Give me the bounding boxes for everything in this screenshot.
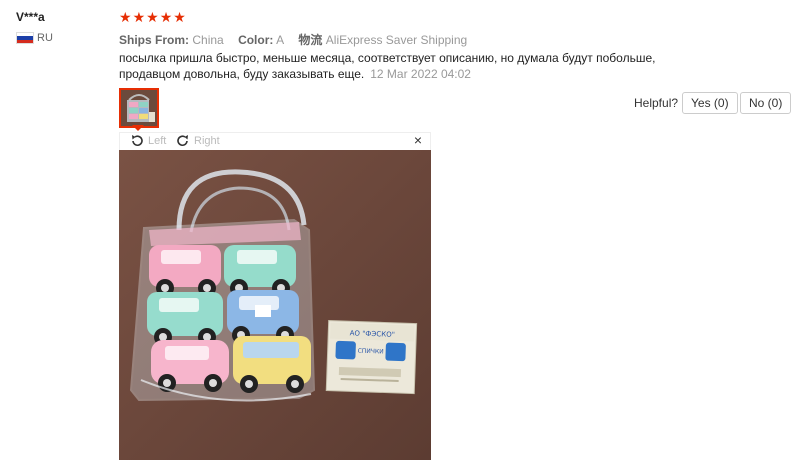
rotate-right-label: Right	[194, 135, 220, 147]
review-photo-thumbnail[interactable]	[119, 88, 159, 128]
star-icon: ★	[173, 9, 186, 25]
ships-from-value: China	[192, 33, 224, 47]
rotate-left-button[interactable]: Left	[130, 134, 166, 148]
rotate-right-button[interactable]: Right	[176, 134, 220, 148]
color-label: Color:	[238, 33, 274, 47]
star-icon: ★	[119, 9, 132, 25]
ships-from-label: Ships From:	[119, 33, 190, 47]
shipping-value: AliExpress Saver Shipping	[325, 33, 468, 47]
rotate-left-icon	[132, 135, 143, 147]
reviewer-country: RU	[16, 32, 53, 44]
rotate-right-icon	[177, 135, 188, 147]
helpful-no-button[interactable]: No (0)	[740, 92, 792, 114]
reviewer-name: V***a	[16, 10, 45, 24]
star-icon: ★	[146, 9, 159, 25]
review-photo-large: АО "ФЭСКО" СПИЧКИ	[119, 150, 431, 460]
russia-flag-icon	[16, 32, 34, 44]
star-icon: ★	[159, 9, 173, 25]
svg-text:СПИЧКИ: СПИЧКИ	[357, 348, 383, 356]
order-info: Ships From: China Color: A 物流 AliExpress…	[119, 31, 478, 48]
review-date: 12 Mar 2022 04:02	[370, 67, 471, 81]
rotate-left-label: Left	[148, 135, 167, 147]
thumbnail-pointer	[132, 125, 144, 131]
star-icon: ★	[132, 9, 146, 25]
color-value: A	[276, 33, 285, 47]
country-code: RU	[37, 32, 53, 44]
image-viewer-toolbar: Left Right ×	[119, 132, 431, 150]
review-body: посылка пришла быстро, меньше месяца, со…	[119, 50, 689, 82]
helpful-label: Helpful?	[634, 96, 679, 110]
star-rating: ★ ★ ★ ★ ★	[119, 9, 186, 25]
helpful-yes-button[interactable]: Yes (0)	[682, 92, 738, 114]
shipping-label: 物流	[298, 33, 323, 47]
close-viewer-button[interactable]: ×	[414, 132, 422, 148]
svg-text:АО "ФЭСКО": АО "ФЭСКО"	[350, 329, 396, 339]
